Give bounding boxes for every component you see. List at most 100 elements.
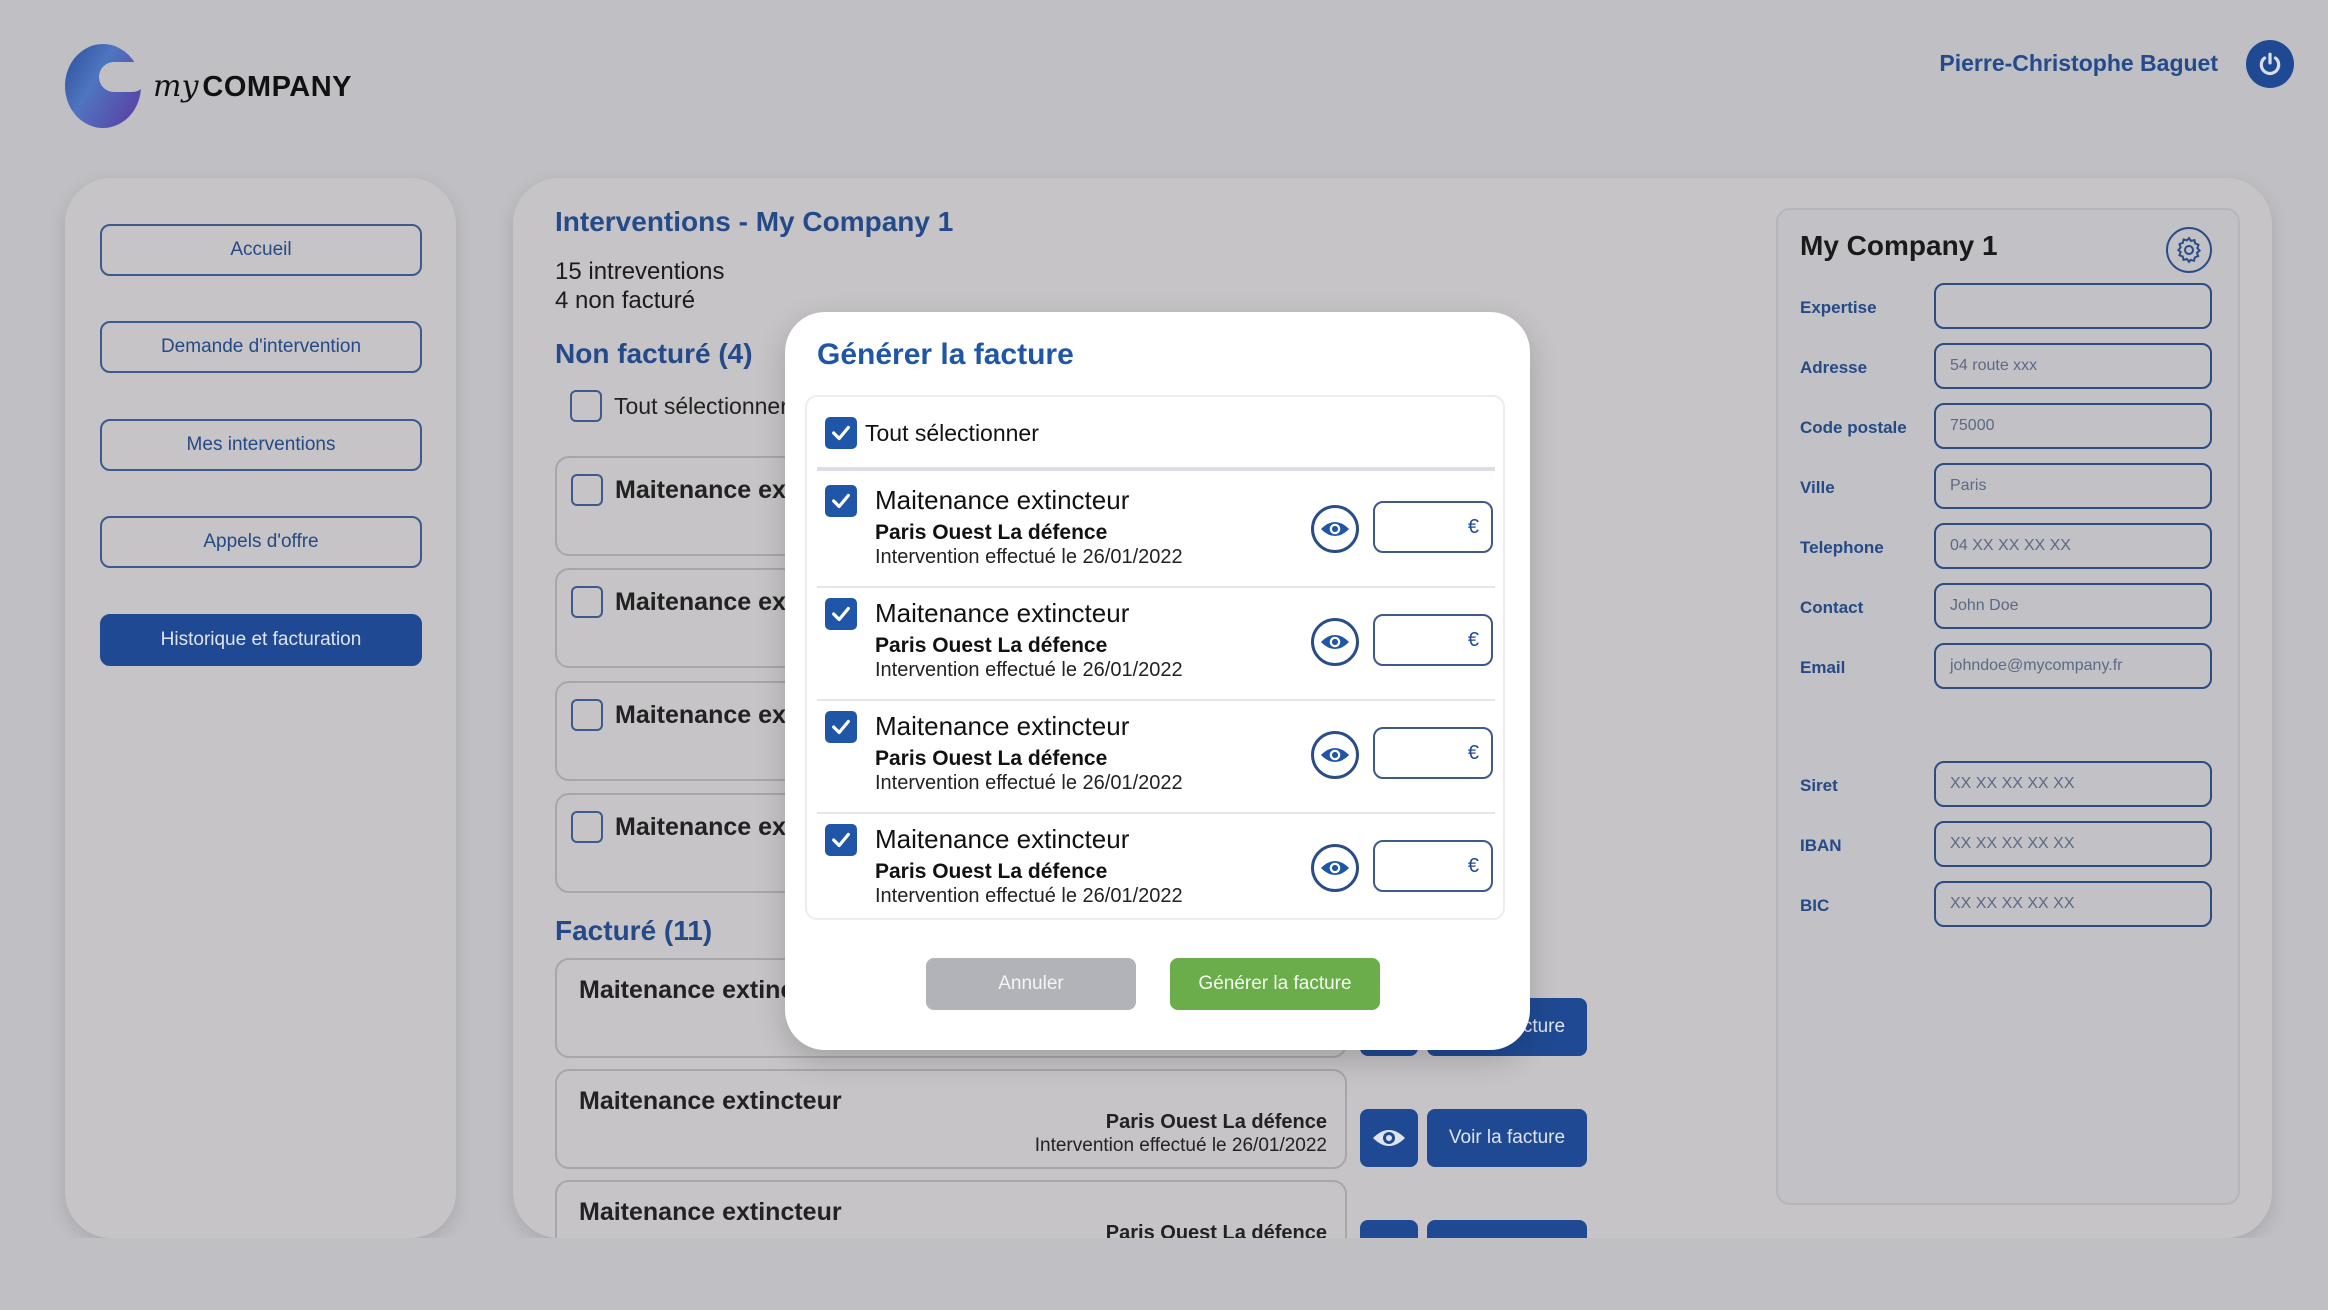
item-title: Maitenance extincteur xyxy=(875,824,1130,854)
company-panel: My Company 1 Expertise Adresse 54 route … xyxy=(1776,208,2240,1205)
contact-input[interactable]: John Doe xyxy=(1934,583,2212,629)
select-all-label: Tout sélectionner xyxy=(614,392,788,419)
checkmark-icon xyxy=(832,719,850,735)
field-label-ville: Ville xyxy=(1800,478,1835,497)
field-label-siret: Siret xyxy=(1800,776,1838,795)
checkmark-icon xyxy=(832,425,850,441)
preview-button[interactable] xyxy=(1311,618,1359,666)
item-date: Intervention effectué le 26/01/2022 xyxy=(875,772,1183,794)
iban-input[interactable]: XX XX XX XX XX xyxy=(1934,821,2212,867)
field-label-code-postale: Code postale xyxy=(1800,418,1907,437)
field-label-adresse: Adresse xyxy=(1800,358,1868,377)
eye-icon xyxy=(1320,634,1350,650)
item-location: Paris Ouest La défence xyxy=(875,521,1108,544)
logo-script-text: my xyxy=(153,68,199,104)
item-location: Paris Ouest La défence xyxy=(1105,1222,1327,1238)
preview-button[interactable] xyxy=(1360,1220,1418,1238)
checkmark-icon xyxy=(832,832,850,848)
sidebar-item-appels-offre[interactable]: Appels d'offre xyxy=(100,516,422,568)
item-location: Paris Ouest La défence xyxy=(875,860,1108,883)
item-title: Maitenance extincteur xyxy=(579,1198,842,1226)
price-input[interactable]: € xyxy=(1373,840,1493,892)
modal-select-all[interactable]: Tout sélectionner xyxy=(825,417,1039,449)
unbilled-select-all[interactable]: Tout sélectionner xyxy=(570,390,788,422)
item-checkbox[interactable] xyxy=(825,485,857,517)
power-icon xyxy=(2259,52,2281,76)
currency-symbol: € xyxy=(1467,854,1479,877)
checkmark-icon xyxy=(832,606,850,622)
modal-item: Maitenance extincteur Paris Ouest La déf… xyxy=(807,701,1503,814)
field-label-bic: BIC xyxy=(1800,896,1830,915)
generate-invoice-modal: Générer la facture Tout sélectionner Mai… xyxy=(785,312,1530,1050)
field-label-contact: Contact xyxy=(1800,598,1864,617)
item-checkbox[interactable] xyxy=(571,699,603,731)
preview-button[interactable] xyxy=(1311,731,1359,779)
ville-input[interactable]: Paris xyxy=(1934,463,2212,509)
email-input[interactable]: johndoe@mycompany.fr xyxy=(1934,643,2212,689)
expertise-input[interactable] xyxy=(1934,283,2212,329)
company-logo: my COMPANY xyxy=(65,44,365,128)
telephone-input[interactable]: 04 XX XX XX XX xyxy=(1934,523,2212,569)
item-date: Intervention effectué le 26/01/2022 xyxy=(1034,1135,1327,1156)
user-name[interactable]: Pierre-Christophe Baguet xyxy=(1939,50,2218,77)
logo-name-text: COMPANY xyxy=(202,70,352,103)
adresse-input[interactable]: 54 route xxx xyxy=(1934,343,2212,389)
sidebar-item-mes-interventions[interactable]: Mes interventions xyxy=(100,419,422,471)
modal-title: Générer la facture xyxy=(817,338,1074,371)
sidebar-item-accueil[interactable]: Accueil xyxy=(100,224,422,276)
item-checkbox[interactable] xyxy=(825,598,857,630)
page-title: Interventions - My Company 1 xyxy=(555,206,954,237)
logout-button[interactable] xyxy=(2246,40,2294,88)
select-all-checkbox[interactable] xyxy=(570,390,602,422)
view-invoice-button[interactable]: Voir la facture xyxy=(1427,1220,1587,1238)
code-postale-input[interactable]: 75000 xyxy=(1934,403,2212,449)
view-invoice-button[interactable]: Voir la facture xyxy=(1427,1109,1587,1167)
field-label-expertise: Expertise xyxy=(1800,298,1877,317)
item-checkbox[interactable] xyxy=(571,474,603,506)
gear-icon xyxy=(2176,236,2202,264)
modal-item: Maitenance extincteur Paris Ouest La déf… xyxy=(807,475,1503,588)
item-title: Maitenance extincteur xyxy=(875,598,1130,628)
settings-button[interactable] xyxy=(2166,227,2212,273)
company-title: My Company 1 xyxy=(1800,230,1998,261)
divider xyxy=(817,467,1495,471)
price-input[interactable]: € xyxy=(1373,614,1493,666)
sidebar-item-demande-intervention[interactable]: Demande d'intervention xyxy=(100,321,422,373)
currency-symbol: € xyxy=(1467,741,1479,764)
sidebar: Accueil Demande d'intervention Mes inter… xyxy=(65,178,456,1238)
logo-mark-icon xyxy=(65,44,147,128)
cancel-button[interactable]: Annuler xyxy=(926,958,1136,1010)
item-checkbox[interactable] xyxy=(825,824,857,856)
preview-button[interactable] xyxy=(1311,844,1359,892)
price-input[interactable]: € xyxy=(1373,727,1493,779)
item-checkbox[interactable] xyxy=(571,811,603,843)
modal-item-list: Tout sélectionner Maitenance extincteur … xyxy=(805,395,1505,920)
item-title: Maitenance extincteur xyxy=(579,1087,842,1115)
generate-invoice-button[interactable]: Générer la facture xyxy=(1170,958,1380,1010)
preview-button[interactable] xyxy=(1311,505,1359,553)
eye-icon xyxy=(1320,747,1350,763)
item-date: Intervention effectué le 26/01/2022 xyxy=(875,885,1183,907)
billed-item: Maitenance extincteur Paris Ouest La déf… xyxy=(555,1069,1347,1169)
page-bottom xyxy=(0,1238,2328,1310)
item-checkbox[interactable] xyxy=(825,711,857,743)
bic-input[interactable]: XX XX XX XX XX xyxy=(1934,881,2212,927)
modal-item: Maitenance extincteur Paris Ouest La déf… xyxy=(807,814,1503,927)
billed-section-title: Facturé (11) xyxy=(555,915,713,946)
eye-icon xyxy=(1320,521,1350,537)
billed-item: Maitenance extincteur Paris Ouest La déf… xyxy=(555,1180,1347,1238)
preview-button[interactable] xyxy=(1360,1109,1418,1167)
item-title: Maitenance extincteur xyxy=(875,711,1130,741)
sidebar-item-historique-facturation[interactable]: Historique et facturation xyxy=(100,614,422,666)
select-all-label: Tout sélectionner xyxy=(865,419,1039,446)
item-location: Paris Ouest La défence xyxy=(875,634,1108,657)
siret-input[interactable]: XX XX XX XX XX xyxy=(1934,761,2212,807)
modal-item: Maitenance extincteur Paris Ouest La déf… xyxy=(807,588,1503,701)
item-checkbox[interactable] xyxy=(571,586,603,618)
currency-symbol: € xyxy=(1467,515,1479,538)
item-title: Maitenance extincteur xyxy=(875,485,1130,515)
select-all-checkbox[interactable] xyxy=(825,417,857,449)
item-location: Paris Ouest La défence xyxy=(1105,1111,1327,1133)
unbilled-count: 4 non facturé xyxy=(555,287,696,314)
price-input[interactable]: € xyxy=(1373,501,1493,553)
